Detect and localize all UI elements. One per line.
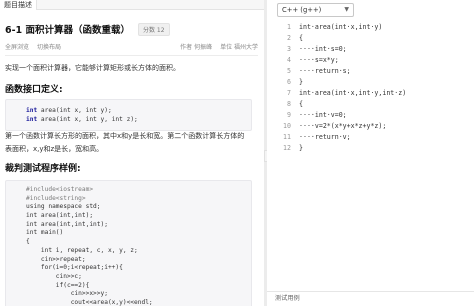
editor-line: 3 ····int·s=0; [267,44,474,55]
language-select[interactable]: C++ (g++) ▼ [277,3,354,17]
title-row: 6-1 面积计算器（函数重载） 分数 12 [5,22,170,36]
editor-code: ····int·s=0; [299,45,347,53]
code-keyword: int [26,107,38,114]
line-number: 7 [287,89,291,97]
switch-layout-link[interactable]: 切换布局 [37,42,61,51]
line-number: 1 [287,23,291,31]
editor-line: 12} [267,143,474,154]
code-line: #include<iostream> [26,186,94,193]
explain-line-2: 表面积，x,y和z是长，宽和高。 [5,145,104,153]
code-line: int i, repeat, c, x, y, z; [26,246,138,254]
line-number: 10 [283,122,291,130]
code-line: cout<<area(x,y)<<endl; [26,298,153,306]
code-line: if(c==2){ [26,281,90,289]
heading-sample: 裁判测试程序样例: [5,164,81,174]
code-keyword: int [26,115,38,123]
meta-row: 全屏浏览 切换布局 作者 何振峰 单位 福州大学 [5,42,258,51]
code-line: int area(int,int,int); [26,220,108,228]
interface-code-block: int area(int x, int y); int area(int x, … [5,99,252,131]
editor-code: ····v=2*(x*y+x*z+y*z); [299,122,387,130]
explain-line-1: 第一个函数计算长方形的面积，其中x和y是长和宽。第二个函数计算长方体的 [5,132,245,140]
code-line: using namespace std; [26,203,101,211]
line-number: 2 [287,34,291,42]
code-line: for(i=0;i<repeat;i++){ [26,264,123,272]
editor-line: 10 ····v=2*(x*y+x*z+y*z); [267,121,474,132]
line-number: 12 [283,144,291,152]
line-number: 8 [287,100,291,108]
editor-code: int·area(int·x,int·y) [299,23,383,31]
code-line: int area(int x, int y); [6,107,251,116]
editor-line: 2{ [267,33,474,44]
editor-line: 9 ····int·v=0; [267,110,474,121]
editor-line: 8{ [267,99,474,110]
editor-panel: C++ (g++) ▼ 1 int·area(int·x,int·y) 2{3 ···… [267,0,474,306]
heading-interface: 函数接口定义: [5,85,63,95]
line-number: 4 [287,56,291,64]
editor-code: ····return·s; [299,67,351,75]
editor-line: 6} [267,77,474,88]
line-number: 9 [287,111,291,119]
code-line: int area(int,int); [26,212,94,220]
org-label: 单位 福州大学 [220,44,258,51]
editor-code: ····s=x*y; [299,56,339,64]
problem-page: 题目描述 6-1 面积计算器（函数重载） 分数 12 全屏浏览 切换布局 作者 … [0,0,474,306]
code-line: cin>>repeat; [26,255,86,263]
problem-panel: 6-1 面积计算器（函数重载） 分数 12 全屏浏览 切换布局 作者 何振峰 单… [0,11,264,306]
editor-line: 4 ····s=x*y; [267,55,474,66]
score-badge: 分数 12 [137,22,170,36]
editor-code: { [299,34,303,42]
intro-text: 实现一个面积计算器，它能够计算矩形或长方体的面积。 [5,64,180,72]
editor-line: 11 ····return·v; [267,132,474,143]
editor-code: ····int·v=0; [299,111,347,119]
code-editor[interactable]: 1 int·area(int·x,int·y) 2{3 ····int·s=0; 4 ··… [267,22,474,290]
code-line: int area(int x, int y, int z); [6,116,251,125]
language-value: C++ (g++) [282,6,322,14]
code-line: int main() [26,229,64,237]
sample-code-block: #include<iostream> #include<string> using … [5,180,252,306]
page-title: 6-1 面积计算器（函数重载） [5,25,130,36]
line-number: 6 [287,78,291,86]
line-number: 3 [287,45,291,53]
author-label: 作者 何振峰 [180,44,213,51]
code-rest: area(int x, int y, int z); [37,115,138,123]
editor-code: int·area(int·x,int·y,int·z) [299,89,407,97]
code-line: { [26,238,30,246]
editor-code: { [299,100,303,108]
editor-line: 1 int·area(int·x,int·y) [267,22,474,33]
code-line: cin>>x>>y; [26,290,108,298]
line-number: 5 [287,67,291,75]
divider [5,55,258,56]
editor-line: 7 int·area(int·x,int·y,int·z) [267,88,474,99]
code-rest: area(int x, int y); [37,107,112,114]
tab-description[interactable]: 题目描述 [0,0,37,10]
code-line: #include<string> [26,194,86,202]
editor-code: } [299,78,303,86]
editor-line: 5 ····return·s; [267,66,474,77]
line-number: 11 [283,133,291,141]
fullscreen-link[interactable]: 全屏浏览 [5,42,29,51]
editor-code: ····return·v; [299,133,351,141]
chevron-down-icon: ▼ [344,6,349,13]
editor-code: } [299,144,303,152]
test-case-tab[interactable]: 测试用例 [267,291,474,306]
code-line: cin>>c; [26,272,82,280]
